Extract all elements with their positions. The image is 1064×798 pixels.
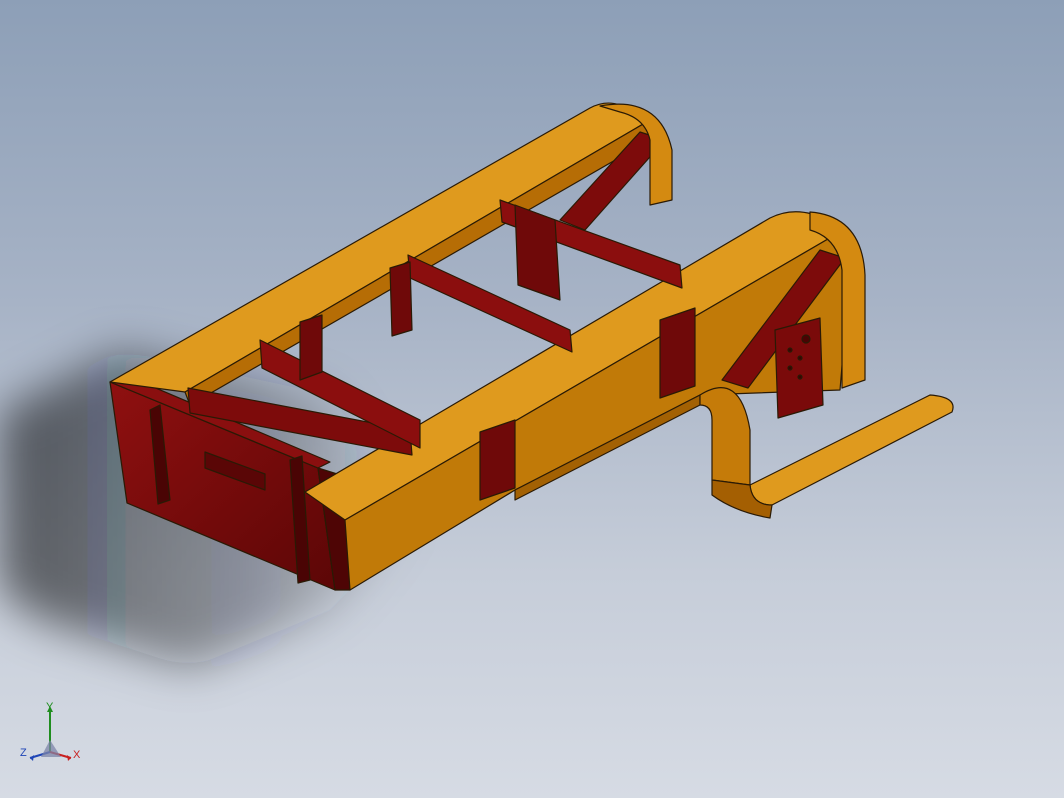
model-scene[interactable] (0, 0, 1064, 798)
triad-y-label: Y (46, 701, 54, 713)
frame-assembly[interactable] (109, 102, 954, 591)
triad-x-label: X (73, 749, 81, 761)
triad-z-label: Z (20, 747, 27, 759)
coordinate-triad: Y Z X (18, 700, 90, 770)
cad-viewport[interactable]: Y Z X (0, 0, 1064, 798)
mounting-bracket[interactable] (774, 317, 824, 419)
